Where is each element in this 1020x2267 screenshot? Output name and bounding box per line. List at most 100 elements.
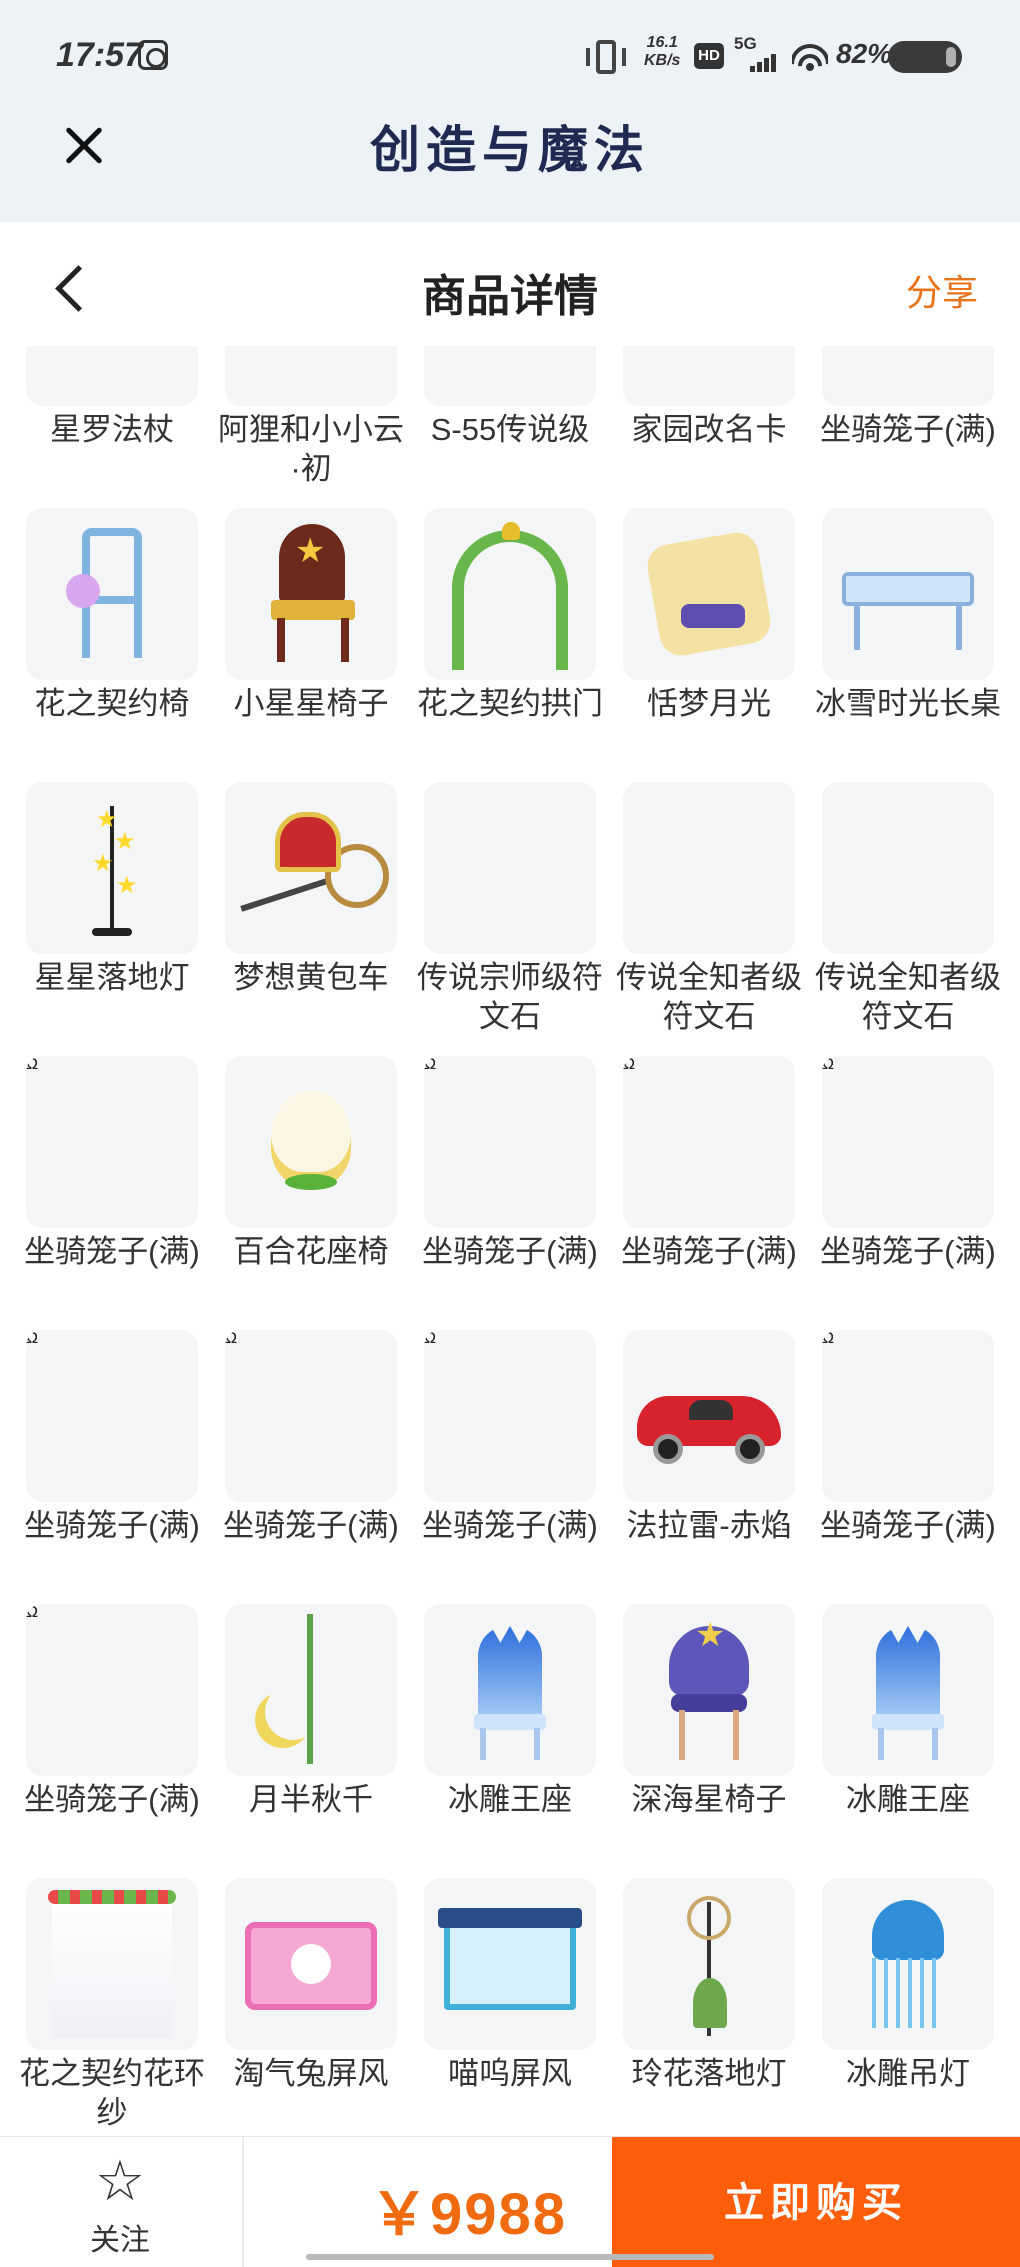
grid-item[interactable]: 百合花座椅 — [212, 1056, 410, 1271]
cage-icon: ΩΩ — [26, 1330, 198, 1502]
grid-item[interactable]: ΩΩ 坐骑笼子(满) — [212, 1330, 410, 1545]
buy-now-button[interactable]: 立即购买 — [612, 2137, 1020, 2267]
share-button[interactable]: 分享 — [906, 264, 978, 316]
hd-badge: HD — [694, 43, 724, 69]
grid-item-name: 传说全知者级符文石 — [616, 960, 802, 1034]
grid-item[interactable]: ΩΩ 坐骑笼子(满) — [411, 1330, 609, 1545]
favorite-label: 关注 — [90, 2224, 150, 2257]
ice-throne-icon — [424, 1604, 596, 1776]
grid-item[interactable]: ΩΩ 坐骑笼子(满) — [411, 1056, 609, 1271]
cage-icon: ΩΩ — [26, 1056, 198, 1228]
mount-icon — [225, 346, 397, 406]
grid-item-name: 坐骑笼子(满) — [422, 1234, 598, 1269]
grid-item-name: 恬梦月光 — [647, 686, 771, 721]
grid-item[interactable]: 星罗法杖 — [13, 346, 211, 449]
app-top-bar: 17:57 16.1 KB/s HD 5G 82% 创造与魔法 — [0, 0, 1020, 222]
plane-icon — [424, 346, 596, 406]
grid-item-name: 星星落地灯 — [34, 960, 190, 995]
star-outline-icon: ☆ — [94, 2149, 146, 2214]
grid-item[interactable]: 玲花落地灯 — [610, 1878, 808, 2093]
rickshaw-icon — [225, 782, 397, 954]
bunny-screen-icon — [225, 1878, 397, 2050]
grid-item[interactable]: 传说宗师级符文石 — [411, 782, 609, 1036]
grid-item[interactable]: 冰雕王座 — [809, 1604, 1007, 1819]
grid-item-name: 小星星椅子 — [233, 686, 389, 721]
grid-item-name: 冰雪时光长桌 — [815, 686, 1001, 721]
star-chair-icon: ★ — [225, 508, 397, 680]
grid-item[interactable]: 花之契约拱门 — [411, 508, 609, 723]
flower-arch-icon — [424, 508, 596, 680]
card-icon — [623, 346, 795, 406]
grid-item-name: 传说宗师级符文石 — [417, 960, 603, 1034]
page-title: 商品详情 — [422, 272, 598, 321]
grid-item-name: 星罗法杖 — [50, 412, 174, 447]
star-lamp-icon: ★ ★ ★ ★ — [26, 782, 198, 954]
grid-item[interactable]: 冰雪时光长桌 — [809, 508, 1007, 723]
grid-item[interactable]: S-55传说级 — [411, 346, 609, 449]
ice-throne-icon — [822, 1604, 994, 1776]
grid-item[interactable]: ΩΩ 坐骑笼子(满) — [809, 346, 1007, 449]
grid-item-name: 坐骑笼子(满) — [820, 412, 996, 447]
network-type: 5G — [734, 34, 757, 53]
grid-item-name: 坐骑笼子(满) — [422, 1508, 598, 1543]
page-header: 商品详情 分享 — [0, 222, 1020, 346]
grid-item[interactable]: 冰雕王座 — [411, 1604, 609, 1819]
grid-item[interactable]: 花之契约椅 — [13, 508, 211, 723]
home-indicator[interactable] — [306, 2254, 714, 2260]
grid-item[interactable]: 家园改名卡 — [610, 346, 808, 449]
grid-item[interactable]: 淘气兔屏风 — [212, 1878, 410, 2093]
grid-item-name: 花之契约椅 — [34, 686, 190, 721]
grid-item[interactable]: ★ 小星星椅子 — [212, 508, 410, 723]
grid-item[interactable]: ΩΩ 坐骑笼子(满) — [809, 1330, 1007, 1545]
lily-seat-icon — [225, 1056, 397, 1228]
grid-item[interactable]: 传说全知者级符文石 — [809, 782, 1007, 1036]
grid-item[interactable]: 梦想黄包车 — [212, 782, 410, 997]
app-title: 创造与魔法 — [370, 120, 650, 179]
grid-item-name: 梦想黄包车 — [233, 960, 389, 995]
grid-item[interactable]: 法拉雷-赤焰 — [610, 1330, 808, 1545]
grid-item[interactable]: 喵呜屏风 — [411, 1878, 609, 2093]
grid-item[interactable]: 月半秋千 — [212, 1604, 410, 1819]
back-icon[interactable] — [50, 262, 90, 316]
moon-bed-icon — [623, 508, 795, 680]
grid-item-name: 淘气兔屏风 — [233, 2056, 389, 2091]
item-grid-viewport[interactable]: 星罗法杖 阿狸和小小云·初 S-55传说级 家园改名卡 ΩΩ 坐骑笼子(满) 花之契约椅 ★ 小… — [0, 346, 1020, 2136]
grid-item[interactable]: ΩΩ 坐骑笼子(满) — [13, 1604, 211, 1819]
network-speed-unit: KB/s — [644, 52, 681, 69]
favorite-button[interactable]: ☆ 关注 — [60, 2151, 180, 2261]
cage-icon: ΩΩ — [623, 1056, 795, 1228]
vibrate-icon — [586, 40, 626, 74]
price: ￥9988 — [370, 2182, 568, 2247]
grid-item[interactable]: 冰雕吊灯 — [809, 1878, 1007, 2093]
cage-icon: ΩΩ — [822, 346, 994, 406]
grid-item-name: 坐骑笼子(满) — [223, 1508, 399, 1543]
sea-star-chair-icon: ★ — [623, 1604, 795, 1776]
signal-icon — [748, 52, 778, 72]
grid-item[interactable]: ★ 深海星椅子 — [610, 1604, 808, 1819]
grid-item[interactable]: ΩΩ 坐骑笼子(满) — [13, 1056, 211, 1271]
grid-item[interactable]: 阿狸和小小云·初 — [212, 346, 410, 488]
cage-icon: ΩΩ — [225, 1330, 397, 1502]
cage-icon: ΩΩ — [26, 1604, 198, 1776]
grid-item-name: S-55传说级 — [430, 412, 590, 447]
grid-item-name: 坐骑笼子(满) — [621, 1234, 797, 1269]
wifi-icon — [792, 42, 828, 72]
rune-purple-icon — [822, 782, 994, 954]
grid-item-name: 玲花落地灯 — [631, 2056, 787, 2091]
cage-icon: ΩΩ — [822, 1056, 994, 1228]
grid-item[interactable]: 恬梦月光 — [610, 508, 808, 723]
grid-item[interactable]: ΩΩ 坐骑笼子(满) — [610, 1056, 808, 1271]
grid-item[interactable]: ★ ★ ★ ★ 星星落地灯 — [13, 782, 211, 997]
grid-item[interactable]: ΩΩ 坐骑笼子(满) — [809, 1056, 1007, 1271]
grid-item-name: 喵呜屏风 — [448, 2056, 572, 2091]
cat-screen-icon — [424, 1878, 596, 2050]
grid-item[interactable]: 花之契约花环纱 — [13, 1878, 211, 2132]
grid-item[interactable]: ΩΩ 坐骑笼子(满) — [13, 1330, 211, 1545]
floor-lamp-icon — [623, 1878, 795, 2050]
grid-item[interactable]: 传说全知者级符文石 — [610, 782, 808, 1036]
grid-item-name: 坐骑笼子(满) — [820, 1508, 996, 1543]
cage-icon: ΩΩ — [424, 1330, 596, 1502]
grid-item-name: 百合花座椅 — [233, 1234, 389, 1269]
cage-icon: ΩΩ — [424, 1056, 596, 1228]
grid-item-name: 冰雕王座 — [846, 1782, 970, 1817]
